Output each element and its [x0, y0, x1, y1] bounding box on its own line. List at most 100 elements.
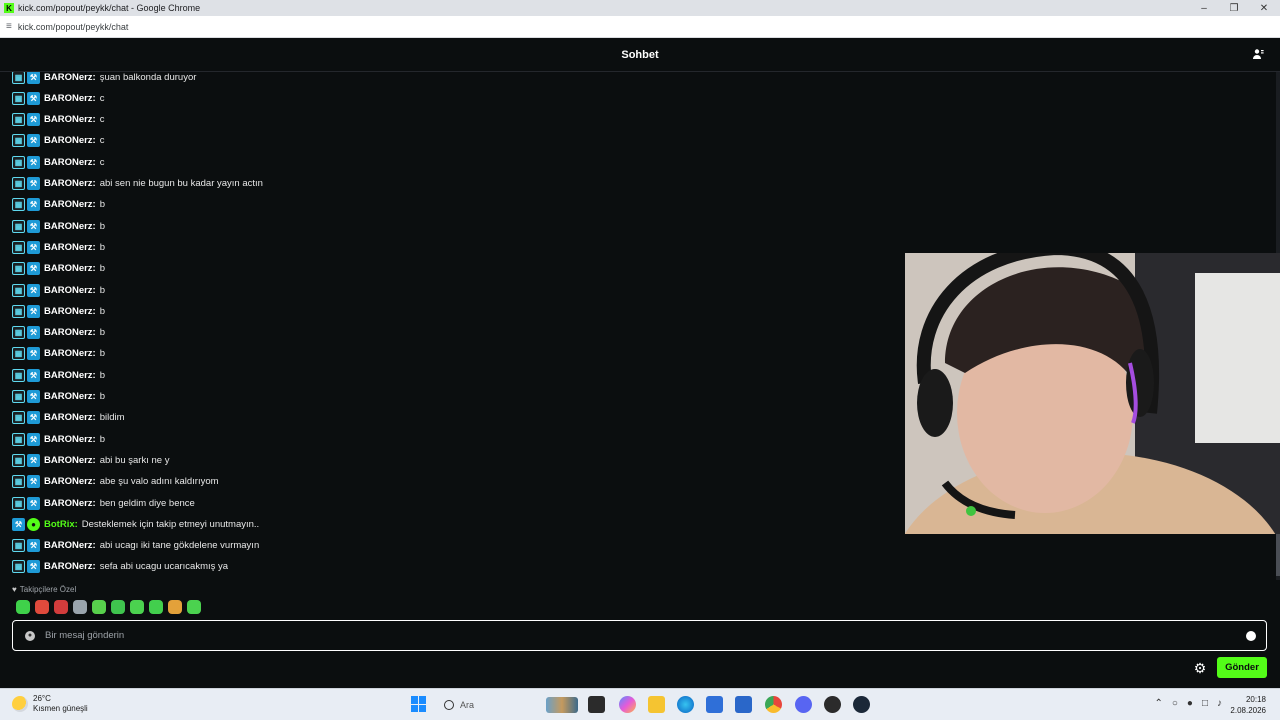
chat-username[interactable]: BARONerz: — [44, 135, 96, 146]
url-text[interactable]: kick.com/popout/peykk/chat — [18, 22, 129, 32]
valorant-client-icon[interactable] — [824, 696, 841, 713]
chat-username[interactable]: BARONerz: — [44, 561, 96, 572]
chat-username[interactable]: BARONerz: — [44, 221, 96, 232]
windows-start-icon[interactable] — [411, 696, 427, 712]
minimize-icon[interactable]: – — [1188, 0, 1220, 16]
chat-username[interactable]: BARONerz: — [44, 199, 96, 210]
emote-icon[interactable] — [111, 600, 125, 614]
chat-username[interactable]: BARONerz: — [44, 476, 96, 487]
chat-username[interactable]: BARONerz: — [44, 242, 96, 253]
webcam-overlay — [905, 253, 1280, 534]
window-title: kick.com/popout/peykk/chat - Google Chro… — [18, 3, 201, 13]
emote-icon[interactable] — [54, 600, 68, 614]
display-icon[interactable]: □ — [1202, 698, 1208, 709]
chat-message[interactable]: ▦ ⚒ BARONerz: b — [12, 218, 105, 234]
discord-icon[interactable] — [795, 696, 812, 713]
edge-browser-icon[interactable] — [677, 696, 694, 713]
file-explorer-icon[interactable] — [648, 696, 665, 713]
address-bar[interactable]: ≡ kick.com/popout/peykk/chat — [0, 16, 1280, 38]
chat-message[interactable]: ▦ ⚒ BARONerz: b — [12, 325, 105, 341]
chat-message[interactable]: ▦ ⚒ BARONerz: c — [12, 112, 104, 128]
chat-scrollbar-thumb[interactable] — [1276, 534, 1280, 576]
taskbar-clock[interactable]: 20:18 2.08.2026 — [1230, 694, 1266, 716]
chat-message-text: b — [99, 391, 106, 402]
task-view-icon[interactable] — [588, 696, 605, 713]
chat-message[interactable]: ▦ ⚒ BARONerz: b — [12, 282, 105, 298]
chat-input-box[interactable]: ● — [12, 620, 1267, 651]
moderator-badge-icon: ⚒ — [27, 304, 40, 318]
chat-username[interactable]: BARONerz: — [44, 455, 96, 466]
chat-username[interactable]: BARONerz: — [44, 285, 96, 296]
volume-icon[interactable]: ♪ — [1217, 698, 1222, 709]
weather-widget[interactable]: 26°C Kısmen güneşli — [12, 694, 88, 714]
close-icon[interactable]: ✕ — [1248, 0, 1280, 16]
site-settings-icon[interactable]: ≡ — [6, 21, 12, 32]
chat-username[interactable]: BARONerz: — [44, 157, 96, 168]
chat-message[interactable]: ▦ ⚒ BARONerz: c — [12, 90, 104, 106]
chat-message[interactable]: ▦ ⚒ BARONerz: b — [12, 261, 105, 277]
chat-message[interactable]: ▦ ⚒ BARONerz: abe şu valo adını kaldırıyom — [12, 474, 219, 490]
chat-message[interactable]: ▦ ⚒ BARONerz: b — [12, 239, 105, 255]
chat-message[interactable]: ▦ ⚒ BARONerz: abi ucagı iki tane gökdelene … — [12, 538, 259, 554]
chat-username[interactable]: BARONerz: — [44, 434, 96, 445]
microsoft-store-icon[interactable] — [706, 696, 723, 713]
chrome-icon[interactable] — [765, 696, 782, 713]
emoji-picker-icon[interactable] — [1246, 631, 1256, 641]
chat-username[interactable]: BARONerz: — [44, 93, 96, 104]
copilot-icon[interactable] — [619, 696, 636, 713]
og-badge-icon: ▦ — [12, 411, 25, 425]
chat-message[interactable]: ▦ ⚒ BARONerz: abi bu şarkı ne y — [12, 452, 169, 468]
taskbar-search[interactable]: Ara — [436, 693, 582, 717]
chat-message-text: şuan balkonda duruyor — [99, 72, 197, 83]
chat-message[interactable]: ▦ ⚒ BARONerz: b — [12, 367, 105, 383]
network-icon[interactable]: ○ — [1172, 698, 1178, 709]
user-list-icon[interactable] — [1252, 48, 1266, 62]
emote-icon[interactable] — [16, 600, 30, 614]
moderator-badge-icon: ⚒ — [27, 134, 40, 148]
chat-username[interactable]: BARONerz: — [44, 178, 96, 189]
moderator-badge-icon: ⚒ — [27, 91, 40, 105]
chat-message[interactable]: ▦ ⚒ BARONerz: b — [12, 389, 105, 405]
chevron-up-icon[interactable]: ⌃ — [1154, 698, 1162, 709]
chat-message-input[interactable] — [45, 630, 1215, 641]
chat-message[interactable]: ▦ ⚒ BARONerz: bildim — [12, 410, 125, 426]
emote-icon[interactable] — [130, 600, 144, 614]
emote-icon[interactable] — [168, 600, 182, 614]
outlook-icon[interactable] — [735, 696, 752, 713]
clock-date: 2.08.2026 — [1230, 706, 1266, 715]
chat-username[interactable]: BARONerz: — [44, 498, 96, 509]
chat-settings-gear-icon[interactable]: ⚙ — [1192, 660, 1208, 676]
emote-icon[interactable] — [187, 600, 201, 614]
chat-username[interactable]: BARONerz: — [44, 114, 96, 125]
chat-username[interactable]: BARONerz: — [44, 348, 96, 359]
chat-username[interactable]: BARONerz: — [44, 391, 96, 402]
chat-username[interactable]: BARONerz: — [44, 540, 96, 551]
chat-username[interactable]: BARONerz: — [44, 263, 96, 274]
chat-username[interactable]: BARONerz: — [44, 72, 96, 83]
microphone-icon[interactable]: ● — [1187, 698, 1193, 709]
chat-message-text: ben geldim diye bence — [99, 497, 195, 509]
chat-message[interactable]: ⚒ ● BotRix: Desteklemek için takip etmeyi u… — [12, 516, 259, 532]
chat-message[interactable]: ▦ ⚒ BARONerz: abi sen nie bugun bu kadar ya… — [12, 176, 263, 192]
emote-icon[interactable] — [35, 600, 49, 614]
emote-icon[interactable] — [92, 600, 106, 614]
steam-icon[interactable] — [853, 696, 870, 713]
chat-username[interactable]: BotRix: — [44, 519, 78, 530]
chat-message[interactable]: ▦ ⚒ BARONerz: c — [12, 133, 104, 149]
restore-icon[interactable]: ❐ — [1218, 0, 1250, 16]
emote-icon[interactable] — [149, 600, 163, 614]
chat-username[interactable]: BARONerz: — [44, 370, 96, 381]
chat-message[interactable]: ▦ ⚒ BARONerz: b — [12, 197, 105, 213]
chat-message[interactable]: ▦ ⚒ BARONerz: b — [12, 346, 105, 362]
send-button[interactable]: Gönder — [1217, 657, 1267, 678]
chat-message[interactable]: ▦ ⚒ BARONerz: şuan balkonda duruyor — [12, 72, 196, 85]
chat-message[interactable]: ▦ ⚒ BARONerz: b — [12, 303, 105, 319]
chat-message[interactable]: ▦ ⚒ BARONerz: ben geldim diye bence — [12, 495, 195, 511]
chat-message[interactable]: ▦ ⚒ BARONerz: sefa abi ucagu ucarıcakmış ya — [12, 559, 228, 575]
chat-username[interactable]: BARONerz: — [44, 306, 96, 317]
chat-message[interactable]: ▦ ⚒ BARONerz: b — [12, 431, 105, 447]
chat-message[interactable]: ▦ ⚒ BARONerz: c — [12, 154, 104, 170]
emote-icon[interactable] — [73, 600, 87, 614]
chat-username[interactable]: BARONerz: — [44, 327, 96, 338]
chat-username[interactable]: BARONerz: — [44, 412, 96, 423]
